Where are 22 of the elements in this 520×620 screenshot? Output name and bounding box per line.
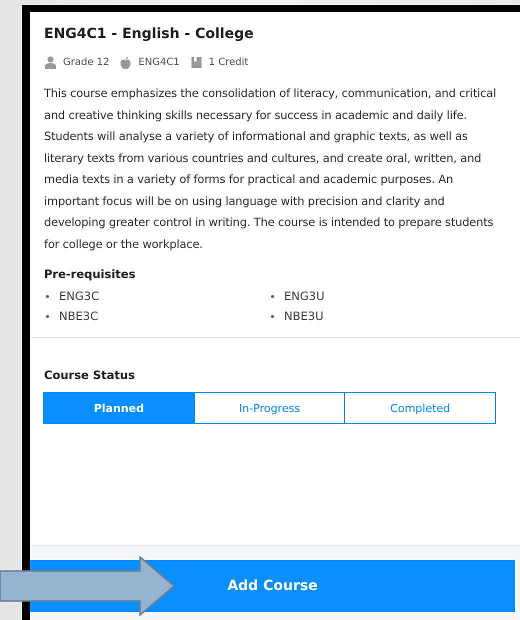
course-meta-text: ENG4C1 bbox=[138, 57, 180, 68]
course-title: ENG4C1 - English - College bbox=[44, 26, 255, 42]
bullet-icon bbox=[271, 314, 274, 318]
person-icon bbox=[44, 56, 57, 69]
status-option[interactable]: In-Progress bbox=[194, 392, 346, 424]
course-description: This course emphasizes the consolidation of literacy, communication, and critical and creative thinking skills necessary for success in academic and daily life. Students will analyse a variety of informational and graphic texts, as well as literary texts from various countries and cultures, and create oral, written, and media texts in a variety of forms for practical and academic purposes. An important focus will be on using language with precision and clarity and developing greater control in writing. The course is intended to prepare students for college or the workplace. bbox=[44, 85, 498, 252]
bullet-icon bbox=[271, 294, 274, 298]
prerequisites-heading: Pre-requisites bbox=[44, 267, 136, 281]
bullet-icon bbox=[46, 294, 49, 298]
prerequisite-code: ENG3C bbox=[59, 289, 100, 303]
prerequisite-code: NBE3C bbox=[59, 309, 98, 323]
status-option[interactable]: Planned bbox=[43, 392, 195, 424]
arrow-icon bbox=[0, 556, 175, 616]
prerequisite-code: NBE3U bbox=[284, 309, 324, 323]
course-status-heading: Course Status bbox=[44, 368, 136, 382]
course-meta-text: 1 Credit bbox=[208, 57, 248, 68]
bullet-icon bbox=[46, 314, 49, 318]
prerequisite-code: ENG3U bbox=[284, 289, 325, 303]
course-meta-text: Grade 12 bbox=[63, 57, 110, 68]
book-icon bbox=[190, 56, 203, 69]
apple-icon bbox=[119, 56, 132, 69]
status-option[interactable]: Completed bbox=[344, 392, 496, 424]
